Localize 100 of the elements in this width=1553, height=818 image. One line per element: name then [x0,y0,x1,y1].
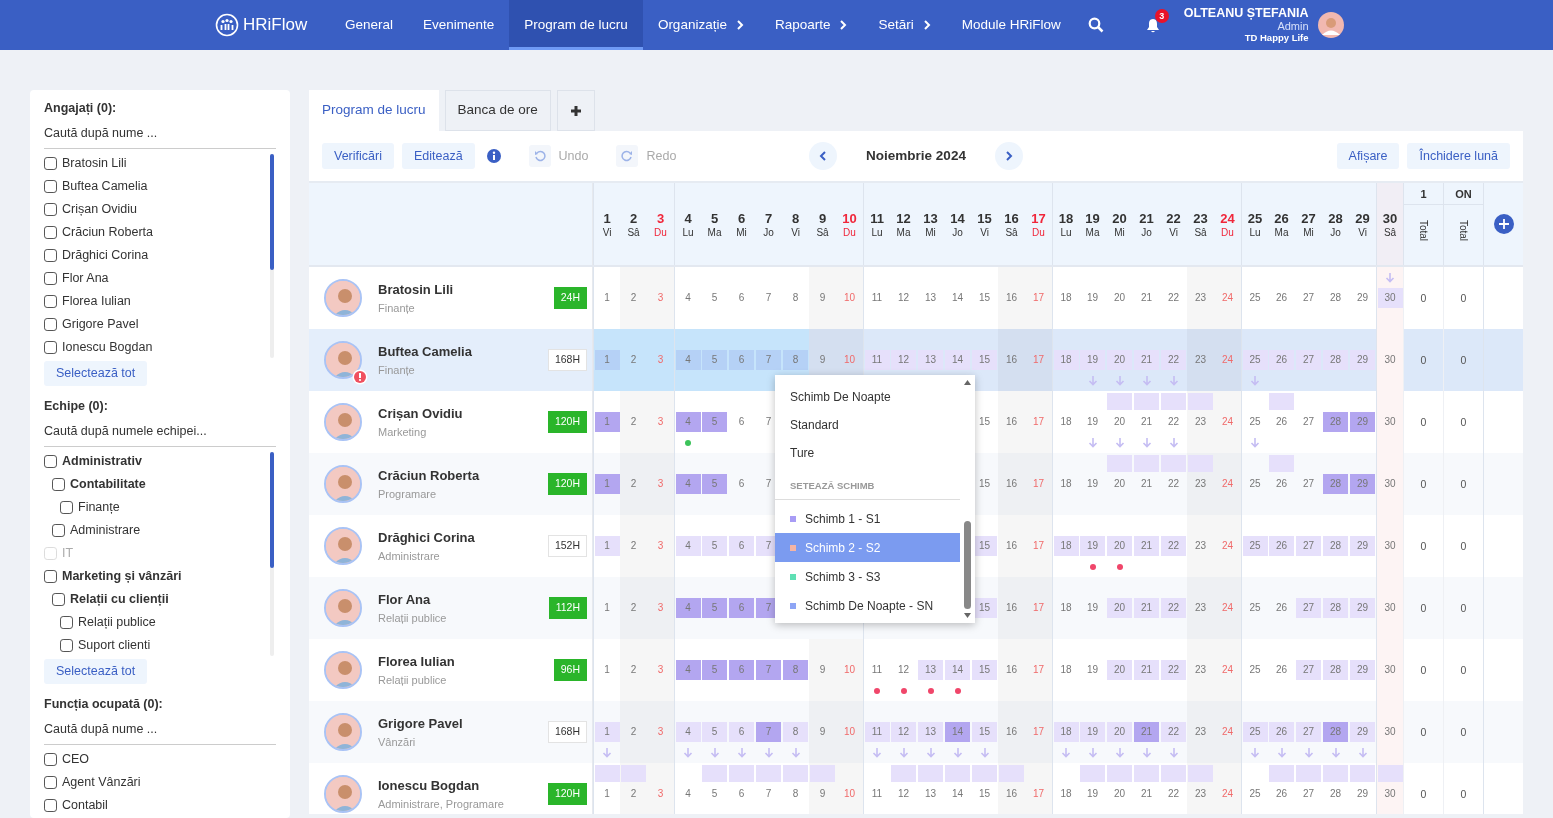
toolbar-button[interactable]: Închidere lună [1407,142,1510,170]
shift-block[interactable] [1350,765,1375,782]
shift-cell[interactable]: 27 [1296,536,1321,556]
shift-cell[interactable]: 5 [702,598,727,618]
day-number[interactable]: 12 [891,660,916,680]
shift-block[interactable] [1269,455,1294,472]
shift-cell[interactable]: 19 [1080,536,1105,556]
shift-block[interactable] [1107,765,1132,782]
day-number[interactable]: 19 [1080,412,1105,432]
day-number[interactable]: 21 [1134,288,1159,308]
shift-option[interactable]: Schimb 1 - S1 [775,504,960,534]
select-all-button[interactable]: Selectează tot [44,658,148,684]
shift-cell[interactable]: 1 [594,412,620,432]
day-number[interactable]: 1 [594,288,620,308]
scrollbar[interactable] [963,377,972,621]
day-number[interactable]: 20 [1107,288,1132,308]
shift-cell[interactable]: 14 [945,660,970,680]
menu-item[interactable]: Standard [775,411,960,439]
day-number[interactable]: 1 [594,598,620,618]
shift-cell[interactable]: 13 [918,660,943,680]
shift-cell[interactable]: 29 [1350,412,1375,432]
shift-block[interactable] [1269,393,1294,410]
shift-cell[interactable]: 21 [1134,598,1159,618]
shift-cell[interactable]: 5 [702,350,727,370]
shift-cell[interactable]: 15 [972,350,997,370]
day-number[interactable]: 20 [1107,412,1132,432]
day-number[interactable]: 20 [1107,784,1132,804]
shift-block[interactable] [1107,455,1132,472]
shift-cell[interactable]: 18 [1053,536,1079,556]
day-number[interactable]: 25 [1242,660,1268,680]
day-number[interactable]: 18 [1053,474,1079,494]
shift-option[interactable]: Schimb 2 - S2 [775,533,960,563]
shift-cell[interactable]: 28 [1323,536,1348,556]
checkbox[interactable] [44,180,57,193]
day-number[interactable]: 11 [864,288,890,308]
shift-cell[interactable]: 22 [1161,660,1186,680]
shift-block[interactable] [594,765,620,782]
day-number[interactable]: 19 [1080,288,1105,308]
day-number[interactable]: 28 [1323,784,1348,804]
nav-item[interactable]: Evenimente [408,0,510,50]
shift-cell[interactable]: 20 [1107,598,1132,618]
shift-cell[interactable]: 28 [1323,350,1348,370]
day-number[interactable]: 26 [1269,474,1294,494]
shift-cell[interactable]: 21 [1134,660,1159,680]
shift-cell[interactable]: 19 [1080,350,1105,370]
shift-block[interactable] [1161,393,1186,410]
shift-cell[interactable]: 25 [1242,722,1268,742]
shift-cell[interactable]: 4 [675,536,701,556]
day-number[interactable]: 1 [594,660,620,680]
shift-cell[interactable]: 29 [1350,598,1375,618]
shift-cell[interactable]: 20 [1107,350,1132,370]
day-number[interactable]: 8 [783,288,808,308]
checkbox[interactable] [44,569,57,583]
shift-cell[interactable]: 29 [1350,660,1375,680]
shift-cell[interactable]: 11 [864,350,890,370]
bell-icon[interactable] [1145,17,1160,33]
shift-cell[interactable]: 20 [1107,660,1132,680]
day-number[interactable]: 15 [972,784,997,804]
day-number[interactable]: 19 [1080,784,1105,804]
day-number[interactable]: 21 [1134,784,1159,804]
day-number[interactable]: 18 [1053,598,1079,618]
day-number[interactable]: 27 [1296,784,1321,804]
day-number[interactable]: 12 [891,784,916,804]
shift-cell[interactable]: 22 [1161,536,1186,556]
shift-block[interactable] [1134,765,1159,782]
checkbox[interactable] [44,226,57,239]
day-number[interactable]: 11 [864,660,890,680]
shift-block[interactable] [1188,393,1213,410]
day-number[interactable]: 21 [1134,412,1159,432]
day-number[interactable]: 26 [1269,660,1294,680]
day-number[interactable]: 6 [729,412,754,432]
day-number[interactable]: 3 [648,350,673,370]
add-icon[interactable] [1493,214,1514,234]
select-all-button[interactable]: Selectează tot [44,361,148,386]
shift-block[interactable] [1161,455,1186,472]
shift-cell[interactable]: 18 [1053,722,1079,742]
day-number[interactable]: 15 [972,412,997,432]
info-icon[interactable] [486,149,501,163]
shift-block[interactable] [918,765,943,782]
day-number[interactable]: 15 [972,474,997,494]
shift-cell[interactable]: 28 [1323,474,1348,494]
shift-block[interactable] [810,765,835,782]
shift-block[interactable] [1296,765,1321,782]
shift-cell[interactable]: 1 [594,474,620,494]
day-number[interactable]: 18 [1053,660,1079,680]
shift-cell[interactable]: 5 [702,722,727,742]
day-number[interactable]: 25 [1242,784,1268,804]
shift-cell[interactable]: 7 [756,350,781,370]
shift-block[interactable] [1269,765,1294,782]
nav-item[interactable]: Organizație [642,0,760,50]
shift-cell[interactable]: 6 [729,598,754,618]
shift-block[interactable] [891,765,916,782]
shift-cell[interactable]: 26 [1269,722,1294,742]
selected-row[interactable]: Buftea Camelia Finanțe 168H 1 2 3 4 5 6 7 8 9 10 11 12 13 14 15 16 17 18 19 20 21 22 23 24 25 26 27 28 29 30 0 0 [309,329,1523,391]
nav-item[interactable]: Rapoarte [759,0,864,50]
checkbox[interactable] [44,295,57,308]
shift-cell[interactable]: 29 [1350,722,1375,742]
shift-block[interactable] [1134,393,1159,410]
shift-cell[interactable]: 15 [972,722,997,742]
shift-cell[interactable]: 5 [702,536,727,556]
